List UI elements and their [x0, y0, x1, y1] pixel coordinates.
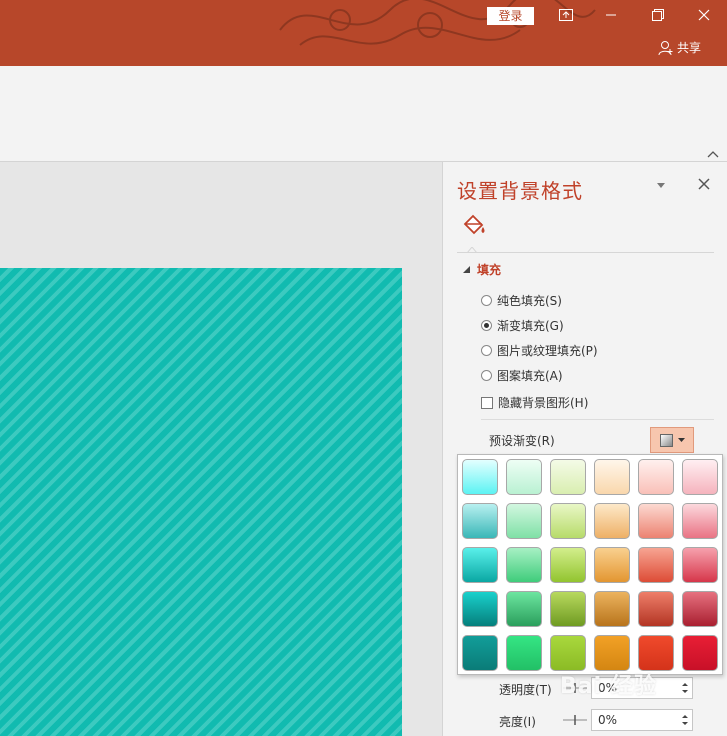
- spinner-icon[interactable]: [681, 681, 689, 695]
- gradient-preset-swatch[interactable]: [550, 591, 586, 627]
- close-icon[interactable]: [689, 4, 719, 26]
- brightness-slider[interactable]: [563, 715, 587, 725]
- gradient-preset-swatch[interactable]: [462, 547, 498, 583]
- brightness-value: 0%: [598, 713, 618, 727]
- radio-solid-fill[interactable]: 纯色填充(S): [481, 292, 562, 309]
- chevron-down-icon[interactable]: [655, 179, 667, 191]
- gradient-preset-swatch[interactable]: [682, 503, 718, 539]
- checkbox-label: 隐藏背景图形(H): [498, 396, 589, 410]
- gradient-preset-swatch[interactable]: [638, 503, 674, 539]
- slide[interactable]: [0, 268, 402, 736]
- gradient-preset-swatch[interactable]: [462, 459, 498, 495]
- divider: [481, 419, 714, 420]
- radio-button[interactable]: [481, 370, 492, 381]
- divider: [457, 252, 714, 253]
- radio-label: 纯色填充(S): [497, 294, 562, 308]
- hide-background-checkbox[interactable]: 隐藏背景图形(H): [481, 394, 588, 411]
- fill-section-header[interactable]: 填充: [463, 261, 501, 278]
- gradient-preset-swatch[interactable]: [594, 547, 630, 583]
- collapse-ribbon-icon[interactable]: [707, 149, 719, 159]
- gradient-preset-swatch[interactable]: [638, 459, 674, 495]
- radio-gradient-fill[interactable]: 渐变填充(G): [481, 317, 564, 334]
- brightness-label: 亮度(I): [499, 715, 536, 729]
- close-pane-icon[interactable]: [696, 176, 712, 192]
- gradient-preset-swatch[interactable]: [462, 635, 498, 671]
- radio-label: 图案填充(A): [497, 369, 563, 383]
- gradient-preset-swatch[interactable]: [506, 503, 542, 539]
- restore-ribbon-icon[interactable]: [551, 4, 581, 26]
- radio-label: 图片或纹理填充(P): [497, 344, 598, 358]
- gradient-preset-swatch[interactable]: [682, 635, 718, 671]
- gradient-preset-swatch[interactable]: [550, 459, 586, 495]
- minimize-icon[interactable]: [596, 4, 626, 26]
- gradient-preset-swatch[interactable]: [462, 503, 498, 539]
- expand-triangle-icon: [463, 265, 470, 273]
- gradient-preset-swatch[interactable]: [638, 635, 674, 671]
- ribbon: [0, 66, 727, 162]
- gradient-swatch-icon: [659, 433, 673, 447]
- watermark: Bai 经验: [560, 674, 657, 699]
- spinner-icon[interactable]: [681, 713, 689, 727]
- gradient-preset-swatch[interactable]: [682, 591, 718, 627]
- gradient-preset-swatch[interactable]: [682, 459, 718, 495]
- gradient-preset-swatch[interactable]: [682, 547, 718, 583]
- share-label: 共享: [677, 41, 702, 55]
- preset-gradient-gallery: [457, 454, 723, 675]
- gradient-preset-swatch[interactable]: [506, 547, 542, 583]
- title-bar: 登录 共享: [0, 0, 727, 66]
- radio-button[interactable]: [481, 345, 492, 356]
- gradient-preset-swatch[interactable]: [506, 591, 542, 627]
- gradient-preset-swatch[interactable]: [550, 547, 586, 583]
- gradient-preset-swatch[interactable]: [594, 459, 630, 495]
- gradient-preset-swatch[interactable]: [462, 591, 498, 627]
- slide-canvas: [0, 162, 442, 736]
- pane-title: 设置背景格式: [457, 179, 583, 203]
- radio-picture-fill[interactable]: 图片或纹理填充(P): [481, 342, 598, 359]
- preset-gradient-dropdown[interactable]: [650, 427, 694, 453]
- checkbox[interactable]: [481, 396, 493, 409]
- share-button[interactable]: 共享: [658, 39, 701, 56]
- gradient-preset-swatch[interactable]: [594, 503, 630, 539]
- transparency-label: 透明度(T): [499, 683, 552, 697]
- radio-button[interactable]: [481, 295, 492, 306]
- gradient-preset-swatch[interactable]: [638, 547, 674, 583]
- radio-pattern-fill[interactable]: 图案填充(A): [481, 367, 563, 384]
- gradient-preset-swatch[interactable]: [550, 503, 586, 539]
- fill-section-label: 填充: [477, 263, 502, 277]
- gradient-preset-swatch[interactable]: [506, 459, 542, 495]
- person-icon: [658, 40, 673, 55]
- brightness-input[interactable]: 0%: [591, 709, 693, 731]
- gradient-preset-swatch[interactable]: [550, 635, 586, 671]
- login-button[interactable]: 登录: [487, 7, 534, 25]
- radio-button[interactable]: [481, 320, 492, 331]
- paint-bucket-icon[interactable]: [461, 212, 487, 238]
- gradient-preset-swatch[interactable]: [638, 591, 674, 627]
- gradient-preset-swatch[interactable]: [506, 635, 542, 671]
- preset-gradient-label: 预设渐变(R): [489, 434, 555, 448]
- radio-label: 渐变填充(G): [497, 319, 564, 333]
- chevron-down-icon: [677, 437, 685, 442]
- gradient-preset-swatch[interactable]: [594, 591, 630, 627]
- gradient-preset-swatch[interactable]: [594, 635, 630, 671]
- restore-icon[interactable]: [643, 4, 673, 26]
